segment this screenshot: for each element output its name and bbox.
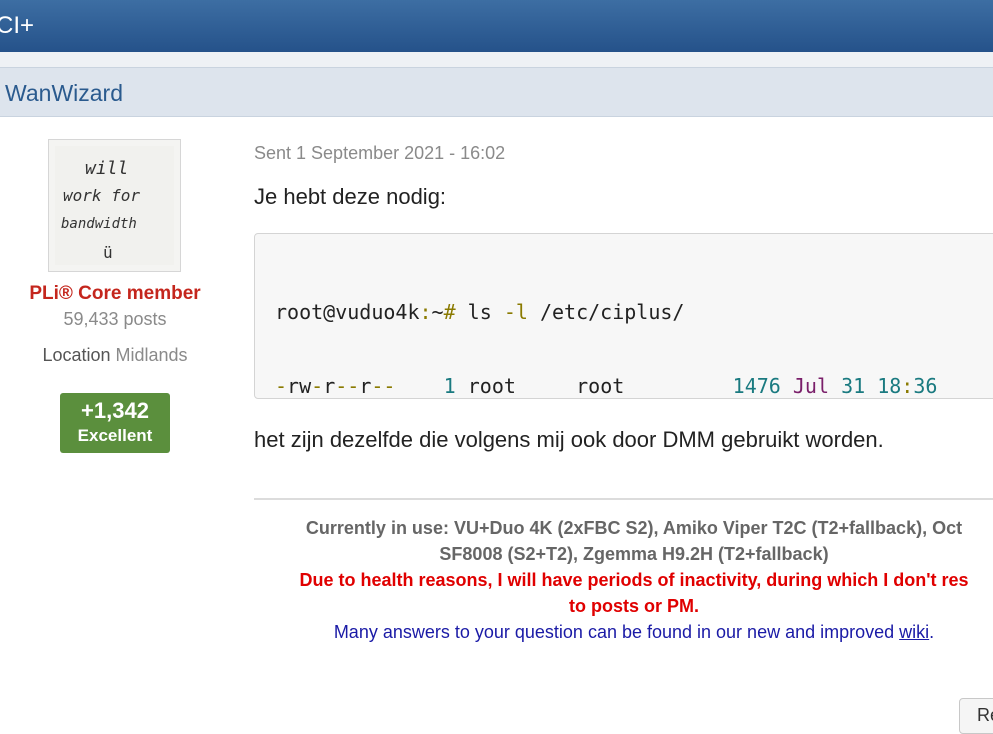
avatar[interactable]: will work for bandwidth ü	[48, 139, 181, 272]
code-block: root@vuduo4k:~# ls -l /etc/ciplus/ -rw-r…	[254, 233, 993, 399]
code-output-line: -rw-r--r-- 1 root root 1476 Jul 31 18:36	[275, 373, 993, 399]
avatar-text-1: will	[85, 158, 128, 179]
prompt-hash: #	[443, 300, 456, 324]
link-count: 1	[443, 373, 456, 398]
file-minute: 36	[913, 373, 938, 398]
prompt-path: ~	[431, 300, 444, 324]
avatar-text-2: work for	[63, 186, 140, 205]
file-group: root	[576, 373, 625, 398]
signature-line-3: Due to health reasons, I will have perio…	[299, 570, 969, 590]
member-role: PLi® Core member	[29, 283, 201, 304]
signature-line-5: Many answers to your question can be fou…	[254, 619, 993, 645]
topic-header-bar: CI+	[0, 0, 993, 52]
signature-line-2: SF8008 (S2+T2), Zgemma H9.2H (T2+fallbac…	[439, 544, 829, 564]
time-colon: :	[901, 373, 914, 398]
avatar-text-3: bandwidth	[61, 216, 137, 232]
file-owner: root	[467, 373, 516, 398]
prompt-colon: :	[419, 300, 432, 324]
code-command-line: root@vuduo4k:~# ls -l /etc/ciplus/	[275, 300, 993, 326]
signature-line-5-text: Many answers to your question can be fou…	[333, 622, 900, 642]
file-size: 1476	[732, 373, 781, 398]
reputation-label: Excellent	[77, 426, 153, 445]
file-day: 31	[841, 373, 866, 398]
file-hour: 18	[877, 373, 902, 398]
location-info: Location Midlands	[0, 345, 230, 366]
post-date: Sent 1 September 2021 - 16:02	[254, 143, 506, 163]
author-name-link[interactable]: WanWizard	[5, 80, 123, 107]
avatar-text-4: ü	[103, 243, 113, 262]
reply-button[interactable]: Re	[959, 698, 993, 734]
signature-line-1: Currently in use: VU+Duo 4K (2xFBC S2), …	[305, 518, 963, 538]
topic-title: CI+	[0, 12, 35, 39]
post-author-bar: WanWizard	[0, 67, 993, 117]
post-count: 59,433 posts	[63, 309, 167, 329]
location-value: Midlands	[115, 345, 188, 365]
location-label: Location	[42, 345, 111, 365]
prompt-user: root@vuduo4k	[275, 300, 420, 324]
command-name: ls	[455, 300, 504, 324]
wiki-link[interactable]: wiki	[899, 622, 929, 642]
file-permissions: -rw-r--r--	[275, 373, 396, 398]
reputation-badge: +1,342 Excellent	[60, 393, 170, 453]
reputation-value: +1,342	[81, 398, 149, 423]
post-intro-text: Je hebt deze nodig:	[254, 184, 447, 209]
avatar-image: will work for bandwidth ü	[55, 146, 174, 265]
signature: Currently in use: VU+Duo 4K (2xFBC S2), …	[254, 515, 993, 645]
header-spacer	[0, 52, 993, 67]
signature-divider	[254, 498, 993, 500]
file-month: Jul	[792, 373, 830, 398]
signature-line-5-end: .	[929, 622, 935, 642]
post-outro-text: het zijn dezelfde die volgens mij ook do…	[254, 427, 884, 452]
command-flag: -l	[503, 300, 528, 324]
command-arg: /etc/ciplus/	[527, 300, 685, 324]
signature-line-4: to posts or PM.	[569, 596, 699, 616]
